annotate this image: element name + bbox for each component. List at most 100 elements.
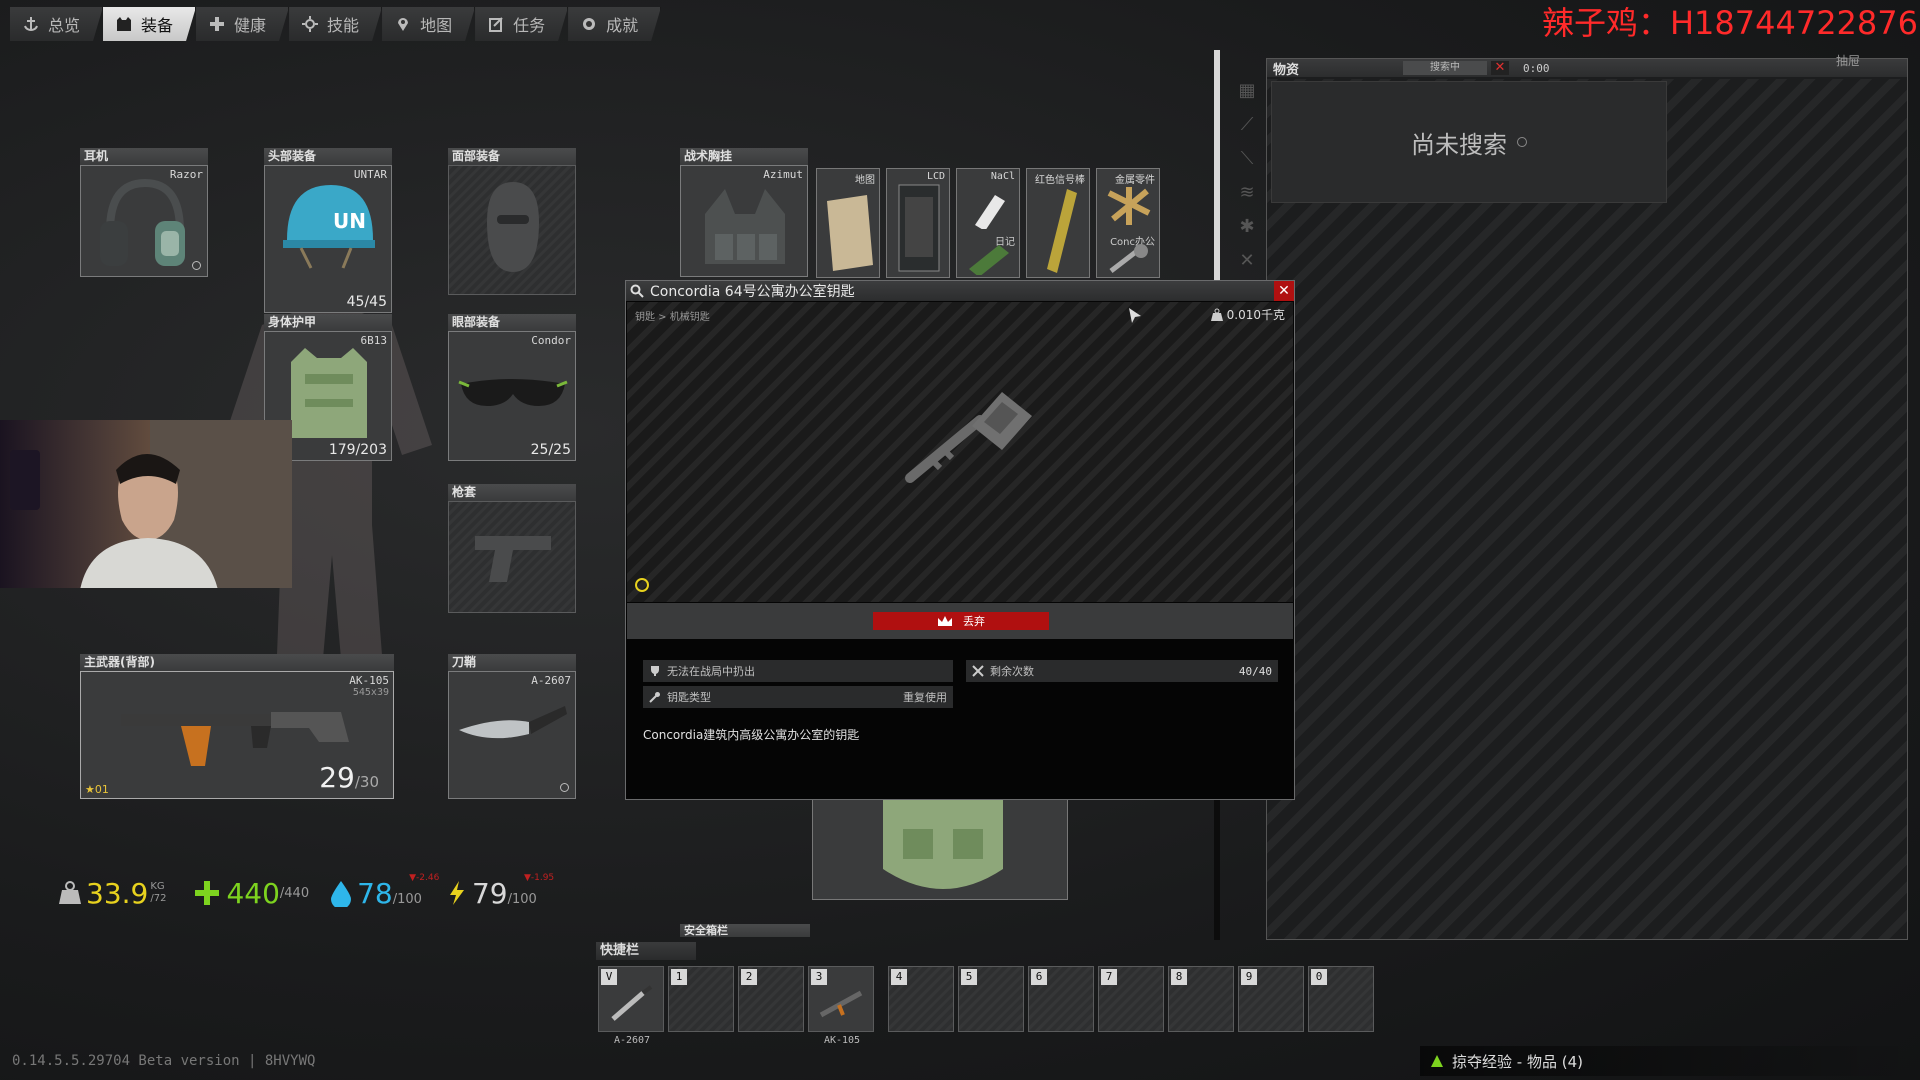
item-name: NaCl	[990, 171, 1015, 182]
earpiece-item[interactable]: Razor	[80, 165, 208, 277]
rig-item[interactable]: Azimut	[680, 165, 808, 277]
holster-empty[interactable]	[448, 501, 576, 613]
headwear-slot[interactable]: 头部装备 UNTAR UN 45/45	[264, 148, 392, 313]
top-nav: 总览 装备 健康 技能 地图 任务 成就	[10, 7, 661, 41]
tab-health[interactable]: 健康	[196, 7, 289, 41]
tab-achievements[interactable]: 成就	[568, 7, 661, 41]
slot-label: 安全箱栏	[680, 924, 810, 937]
item-preview[interactable]: 钥匙 > 机械钥匙 0.010千克	[627, 302, 1293, 602]
achievement-icon	[580, 15, 598, 33]
health-icon	[195, 881, 220, 905]
quickbar-slot[interactable]: 5	[958, 966, 1024, 1032]
tab-overview[interactable]: 总览	[10, 7, 103, 41]
quickbar-slot[interactable]: 1	[668, 966, 734, 1032]
hydration-value: 78	[357, 876, 393, 910]
quickbar-key: 7	[1101, 969, 1117, 985]
secure-container-slot[interactable]: 安全箱栏	[680, 924, 810, 937]
rig-item-map[interactable]: 地图	[816, 168, 880, 278]
close-button[interactable]: ✕	[1274, 281, 1294, 301]
face-empty[interactable]	[448, 165, 576, 295]
headwear-item[interactable]: UNTAR UN 45/45	[264, 165, 392, 313]
quickbar-slot[interactable]: V A-2607	[598, 966, 664, 1046]
map-icon	[827, 195, 873, 271]
tab-label: 装备	[141, 16, 174, 35]
stat-value: 40/40	[1238, 664, 1272, 678]
weapon-filter-icon[interactable]: ⟋	[1232, 114, 1262, 148]
quickbar-slot[interactable]: 7	[1098, 966, 1164, 1032]
rig-item-nacl[interactable]: NaCl 日记	[956, 168, 1020, 278]
flare-icon	[1047, 189, 1077, 273]
chest-rig-icon	[705, 189, 785, 264]
rig-item-parts[interactable]: 金属零件 Conc办公	[1096, 168, 1160, 278]
xp-arrow-icon	[1431, 1055, 1443, 1067]
check-icon	[560, 783, 569, 792]
stat-label: 钥匙类型	[667, 691, 711, 704]
scabbard-item[interactable]: A-2607	[448, 671, 576, 799]
rig-item-flare[interactable]: 红色信号棒	[1026, 168, 1090, 278]
quickbar-slot[interactable]: 6	[1028, 966, 1094, 1032]
metal-parts-icon	[1107, 187, 1151, 225]
rig-slot[interactable]: 战术胸挂 Azimut	[680, 148, 808, 277]
tab-tasks[interactable]: 任务	[475, 7, 568, 41]
slot-label: 战术胸挂	[680, 148, 808, 165]
slot-label: 耳机	[80, 148, 208, 165]
quickbar-item-name: AK-105	[823, 1035, 861, 1046]
armor-vest-icon	[291, 348, 367, 438]
face-slot[interactable]: 面部装备	[448, 148, 576, 295]
quickbar-slot[interactable]: 8	[1168, 966, 1234, 1032]
rig-item-lcd[interactable]: LCD	[886, 168, 950, 278]
item-name: Azimut	[763, 168, 803, 181]
modal-titlebar[interactable]: Concordia 64号公寓办公室钥匙	[626, 281, 1294, 301]
rifle-icon	[819, 990, 863, 1018]
tools-icon	[972, 665, 984, 677]
loot-grid-bg	[1267, 79, 1907, 939]
hydration-block: 78/100 ▼-2.46	[357, 873, 439, 910]
energy-max: /100	[507, 891, 537, 907]
health-filter-icon[interactable]: ✱	[1232, 216, 1262, 250]
saline-bottle-icon	[975, 195, 1005, 229]
tab-label: 技能	[327, 16, 360, 35]
energy-block: 79/100 ▼-1.95	[472, 873, 554, 910]
rig-armor-item[interactable]	[812, 798, 1068, 900]
durability: 25/25	[530, 442, 571, 458]
quickbar-key: 0	[1311, 969, 1327, 985]
eyewear-item[interactable]: Condor 25/25	[448, 331, 576, 461]
weight-unit: KG	[150, 881, 165, 892]
plate-carrier-icon	[883, 799, 1003, 889]
tab-skills[interactable]: 技能	[289, 7, 382, 41]
quickbar-slot[interactable]: 0	[1308, 966, 1374, 1032]
tools-filter-icon[interactable]: ✕	[1232, 250, 1262, 284]
holster-slot[interactable]: 枪套	[448, 484, 576, 613]
grid-icon[interactable]: ▦	[1232, 80, 1262, 114]
loot-xp-label: 掠夺经验 - 物品 (4)	[1452, 1052, 1583, 1071]
stat-value: 重复使用	[903, 691, 947, 704]
gear-filter-icon[interactable]: ≋	[1232, 182, 1262, 216]
tab-label: 任务	[513, 16, 546, 35]
tab-map[interactable]: 地图	[382, 7, 475, 41]
quickbar-slot[interactable]: 4	[888, 966, 954, 1032]
breadcrumb: 钥匙 > 机械钥匙	[635, 312, 710, 323]
tab-gear[interactable]: 装备	[103, 7, 196, 41]
slot-label: 头部装备	[264, 148, 392, 165]
scabbard-slot[interactable]: 刀鞘 A-2607	[448, 654, 576, 799]
stat-no-throw: 无法在战局中扔出	[643, 660, 953, 682]
found-in-raid-icon	[635, 578, 649, 592]
discard-button[interactable]: 丢弃	[873, 612, 1049, 630]
scrollbar-thumb[interactable]	[1214, 50, 1220, 280]
search-timer: 0:00	[1523, 61, 1550, 75]
primary-weapon-item[interactable]: AK-105 545x39 29/30 ★01	[80, 671, 394, 799]
quickbar-slot[interactable]: 2	[738, 966, 804, 1032]
ammo-filter-icon[interactable]: ⟍	[1232, 148, 1262, 182]
stop-search-button[interactable]: ✕	[1491, 61, 1509, 75]
stat-key-type: 钥匙类型 重复使用	[643, 686, 953, 708]
earpiece-slot[interactable]: 耳机 Razor	[80, 148, 208, 277]
drawer-container[interactable]: 尚未搜索	[1271, 81, 1667, 203]
searching-indicator: 搜索中	[1403, 61, 1487, 75]
quickbar-slot[interactable]: 3 AK-105	[808, 966, 874, 1046]
quickbar-slot[interactable]: 9	[1238, 966, 1304, 1032]
primary-weapon-slot[interactable]: 主武器(背部) AK-105 545x39 29/30 ★01	[80, 654, 394, 799]
eyewear-slot[interactable]: 眼部装备 Condor 25/25	[448, 314, 576, 461]
item-name: LCD	[926, 171, 945, 182]
quickbar-key: 2	[741, 969, 757, 985]
health-max: /440	[279, 885, 310, 901]
